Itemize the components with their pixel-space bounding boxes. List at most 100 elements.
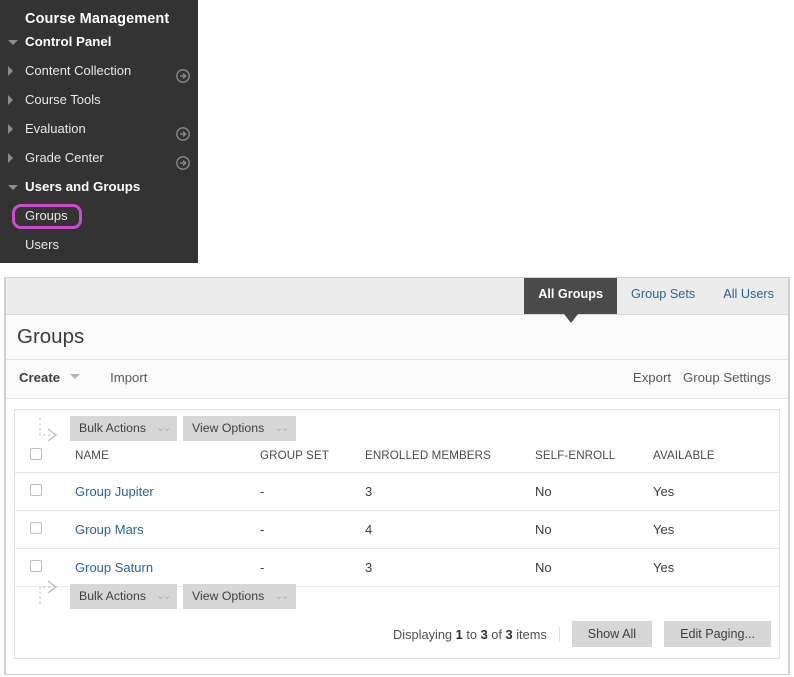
row-select-cell: [15, 472, 75, 511]
tab-label: All Users: [723, 287, 774, 301]
view-options-label: View Options: [192, 421, 265, 435]
bulk-actions-button-top[interactable]: Bulk Actions ⌄⌄: [70, 416, 178, 441]
import-button[interactable]: Import: [110, 370, 147, 385]
displaying-status: Displaying 1 to 3 of 3 items: [393, 626, 560, 642]
sidebar-title: Course Management: [25, 11, 170, 27]
page-title-bar: Groups: [6, 315, 788, 360]
tab-label: All Groups: [538, 287, 604, 301]
displaying-from: 1: [455, 626, 463, 642]
displaying-to-word: to: [466, 626, 477, 642]
sidebar-item-label: Content Collection: [25, 63, 132, 78]
cell-available: Yes: [653, 510, 779, 549]
edit-paging-button[interactable]: Edit Paging...: [664, 621, 771, 647]
triangle-right-icon[interactable]: [8, 65, 13, 76]
select-arrow-down-right-icon: [35, 414, 65, 444]
cell-group-set: -: [260, 472, 365, 511]
double-chevron-down-icon: ⌄⌄: [274, 590, 290, 602]
displaying-of-word: of: [491, 626, 502, 642]
column-header-self-enroll[interactable]: SELF-ENROLL: [535, 448, 653, 473]
column-header-name[interactable]: NAME: [75, 448, 260, 473]
view-options-button-bottom[interactable]: View Options ⌄⌄: [183, 584, 296, 609]
show-all-button[interactable]: Show All: [571, 621, 653, 647]
course-management-sidebar: Course Management Control Panel Content C…: [0, 0, 198, 263]
bulk-actions-button-bottom[interactable]: Bulk Actions ⌄⌄: [70, 584, 178, 609]
select-all-header: [15, 448, 75, 473]
displaying-to: 3: [480, 626, 488, 642]
sidebar-item-course-tools[interactable]: Course Tools: [0, 85, 198, 114]
groups-table-container: Bulk Actions ⌄⌄ View Options ⌄⌄ NAME GROUP…: [14, 409, 780, 659]
sidebar-item-label: Users and Groups: [25, 179, 141, 194]
action-bar: Create Import Export Group Settings: [6, 360, 788, 399]
displaying-items-word: items: [516, 626, 547, 642]
create-button[interactable]: Create: [19, 370, 60, 385]
view-options-button-top[interactable]: View Options ⌄⌄: [183, 416, 296, 441]
cell-name: Group Mars: [75, 510, 260, 549]
double-chevron-down-icon: ⌄⌄: [274, 422, 290, 434]
sidebar-item-label: Evaluation: [25, 121, 86, 136]
sidebar-item-users-and-groups[interactable]: Users and Groups: [0, 172, 198, 201]
sidebar-item-evaluation[interactable]: Evaluation: [0, 114, 198, 143]
groups-table: NAME GROUP SET ENROLLED MEMBERS SELF-ENR…: [15, 448, 779, 587]
page-title: Groups: [17, 325, 85, 348]
action-bar-left: Create Import: [19, 370, 177, 385]
column-header-group-set[interactable]: GROUP SET: [260, 448, 365, 473]
bulk-action-bar-bottom: Bulk Actions ⌄⌄ View Options ⌄⌄: [15, 578, 779, 616]
cell-enrolled-members: 3: [365, 472, 535, 511]
table-row: Group Mars -4 No Yes: [15, 510, 779, 549]
table-header-row: NAME GROUP SET ENROLLED MEMBERS SELF-ENR…: [15, 448, 779, 473]
action-bar-right: Export Group Settings: [633, 370, 783, 385]
displaying-total: 3: [505, 626, 513, 642]
cell-name: Group Jupiter: [75, 472, 260, 511]
groups-content-panel: All Groups Group Sets All Users Groups Cre…: [4, 277, 790, 675]
row-checkbox[interactable]: [30, 522, 42, 534]
sidebar-item-grade-center[interactable]: Grade Center: [0, 143, 198, 172]
view-options-label: View Options: [192, 589, 265, 603]
group-link[interactable]: Group Jupiter: [75, 484, 154, 499]
sidebar-item-label: Groups: [25, 208, 68, 223]
triangle-right-icon[interactable]: [8, 152, 13, 163]
tab-all-groups[interactable]: All Groups: [524, 278, 618, 323]
cell-enrolled-members: 4: [365, 510, 535, 549]
double-chevron-down-icon: ⌄⌄: [155, 590, 172, 602]
select-arrow-up-right-icon: [35, 578, 65, 608]
sidebar-item-control-panel[interactable]: Control Panel: [0, 27, 198, 56]
group-settings-button[interactable]: Group Settings: [683, 370, 771, 385]
sidebar-item-groups[interactable]: Groups: [0, 201, 198, 230]
triangle-down-icon[interactable]: [8, 39, 18, 45]
cell-group-set: -: [260, 510, 365, 549]
row-checkbox[interactable]: [30, 484, 42, 496]
triangle-down-icon[interactable]: [8, 184, 18, 190]
column-header-available[interactable]: AVAILABLE: [653, 448, 779, 473]
sidebar-item-label: Control Panel: [25, 34, 112, 49]
bulk-actions-label: Bulk Actions: [79, 589, 146, 603]
tab-label: Group Sets: [631, 287, 696, 301]
tab-all-users[interactable]: All Users: [709, 278, 788, 314]
row-checkbox[interactable]: [30, 560, 42, 572]
row-select-cell: [15, 510, 75, 549]
column-header-enrolled-members[interactable]: ENROLLED MEMBERS: [365, 448, 535, 473]
sidebar-item-users[interactable]: Users: [0, 230, 198, 259]
displaying-prefix: Displaying: [393, 626, 453, 642]
double-chevron-down-icon: ⌄⌄: [155, 422, 172, 434]
export-button[interactable]: Export: [633, 370, 671, 385]
sidebar-item-content-collection[interactable]: Content Collection: [0, 56, 198, 85]
circle-arrow-right-icon[interactable]: [176, 122, 190, 141]
tab-group-sets[interactable]: Group Sets: [617, 278, 709, 314]
table-body: Group Jupiter -3 No Yes Group Mars -4 No Yes Gro…: [15, 472, 779, 587]
cell-available: Yes: [653, 472, 779, 511]
paging-controls: Displaying 1 to 3 of 3 items Show All Ed…: [393, 621, 771, 647]
group-link[interactable]: Group Mars: [75, 522, 144, 537]
group-link[interactable]: Group Saturn: [75, 560, 153, 575]
circle-arrow-right-icon[interactable]: [176, 64, 190, 83]
select-all-checkbox[interactable]: [30, 448, 42, 460]
sidebar-item-label: Grade Center: [25, 150, 104, 165]
circle-arrow-right-icon[interactable]: [176, 151, 190, 170]
bulk-action-bar-top: Bulk Actions ⌄⌄ View Options ⌄⌄: [15, 410, 779, 448]
sidebar-item-label: Course Tools: [25, 92, 101, 107]
triangle-right-icon[interactable]: [8, 123, 13, 134]
triangle-right-icon[interactable]: [8, 94, 13, 105]
bulk-actions-label: Bulk Actions: [79, 421, 146, 435]
chevron-down-icon[interactable]: [70, 374, 81, 379]
paging-bar: Displaying 1 to 3 of 3 items Show All Ed…: [15, 616, 779, 658]
sidebar-item-label: Users: [25, 237, 59, 252]
